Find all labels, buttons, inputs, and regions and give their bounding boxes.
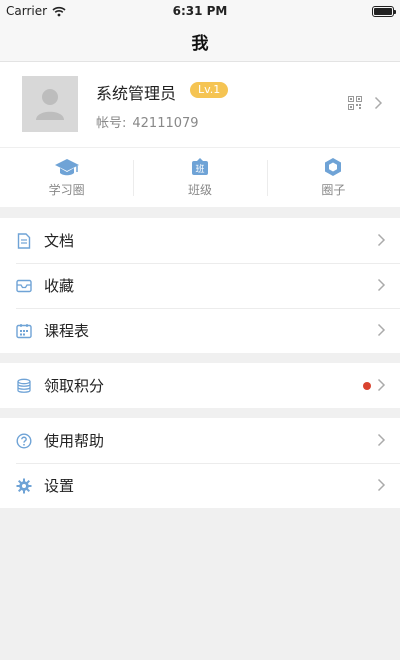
gear-icon — [16, 478, 32, 493]
user-placeholder-icon — [36, 89, 64, 120]
chevron-right-icon — [377, 278, 386, 292]
document-icon — [17, 232, 31, 249]
menu-item-settings[interactable]: 设置 — [0, 463, 400, 508]
chevron-right-icon — [374, 96, 383, 110]
status-bar: Carrier 6:31 PM — [0, 0, 400, 22]
menu-item-label: 收藏 — [44, 277, 75, 295]
menu-group-2: 领取积分 — [0, 363, 400, 408]
chevron-right-icon — [377, 433, 386, 447]
quick-link-circle[interactable]: 圈子 — [266, 148, 400, 207]
menu-item-favorites[interactable]: 收藏 — [0, 263, 400, 308]
battery-icon — [372, 5, 396, 17]
chevron-right-icon — [377, 233, 386, 247]
menu-group-1: 文档 收藏 课程表 — [0, 218, 400, 353]
graduation-cap-icon — [54, 159, 79, 176]
account-id: 42111079 — [132, 116, 199, 131]
profile-card[interactable]: 系统管理员 Lv.1 帐号: 42111079 学习圈 班 班级 圈子 — [0, 62, 400, 207]
page-title: 我 — [191, 34, 209, 54]
user-name: 系统管理员 — [96, 84, 177, 103]
battery-fill — [374, 7, 392, 15]
quick-link-label: 学习圈 — [48, 183, 85, 197]
menu-item-claim-points[interactable]: 领取积分 — [0, 363, 400, 408]
quick-link-label: 班级 — [187, 183, 212, 197]
chevron-right-icon — [377, 323, 386, 337]
level-badge: Lv.1 — [190, 82, 229, 98]
svg-text:班: 班 — [195, 163, 204, 175]
avatar[interactable] — [22, 76, 78, 132]
help-icon — [16, 432, 32, 449]
status-left: Carrier — [6, 4, 66, 18]
account-info: 帐号: 42111079 — [96, 112, 199, 131]
calendar-icon — [16, 323, 32, 338]
coin-stack-icon — [17, 378, 31, 393]
menu-item-label: 课程表 — [44, 322, 90, 340]
quick-link-class[interactable]: 班 班级 — [133, 148, 266, 207]
qr-code-icon[interactable] — [348, 96, 362, 110]
quick-links: 学习圈 班 班级 圈子 — [0, 147, 400, 207]
carrier-label: Carrier — [6, 4, 48, 18]
menu-item-label: 领取积分 — [44, 377, 105, 395]
menu-item-help[interactable]: 使用帮助 — [0, 418, 400, 463]
menu-item-documents[interactable]: 文档 — [0, 218, 400, 263]
chevron-right-icon — [377, 478, 386, 492]
menu-item-label: 设置 — [44, 477, 75, 495]
inbox-icon — [16, 279, 32, 292]
wifi-icon — [52, 6, 66, 16]
menu-item-label: 使用帮助 — [44, 432, 105, 450]
menu-item-label: 文档 — [44, 232, 75, 250]
account-label: 帐号: — [96, 116, 127, 131]
menu-group-3: 使用帮助 设置 — [0, 418, 400, 508]
class-icon: 班 — [191, 158, 208, 175]
notification-dot — [363, 382, 371, 390]
quick-link-label: 圈子 — [321, 183, 346, 197]
nav-bar: 我 — [0, 22, 400, 62]
quick-link-study-circle[interactable]: 学习圈 — [0, 148, 133, 207]
chevron-right-icon — [377, 378, 386, 392]
menu-item-schedule[interactable]: 课程表 — [0, 308, 400, 353]
hexagon-icon — [325, 158, 342, 176]
